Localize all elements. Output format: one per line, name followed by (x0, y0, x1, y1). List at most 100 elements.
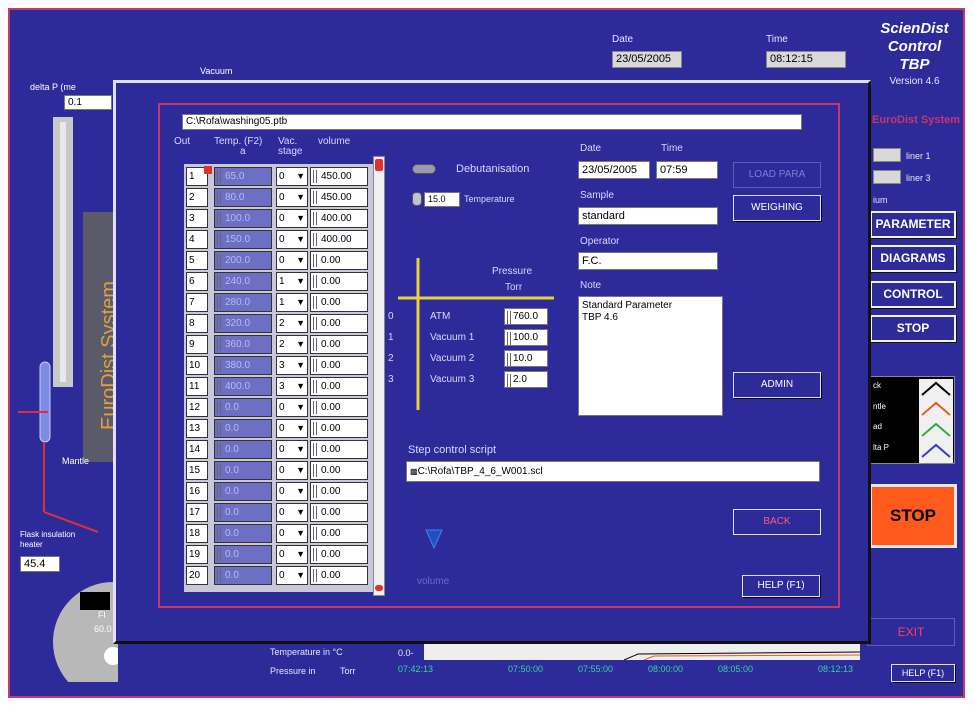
out-cell[interactable]: 14 (186, 440, 208, 459)
temp-spinner[interactable] (217, 506, 221, 519)
temp-spinner[interactable] (217, 191, 221, 204)
pressure-spinner[interactable] (507, 353, 511, 366)
out-cell[interactable]: 2 (186, 188, 208, 207)
temp-spinner[interactable] (217, 170, 221, 183)
vac-stage-dropdown[interactable]: 0 ▼ (276, 461, 308, 480)
volume-cell[interactable]: 0.00 (310, 356, 368, 375)
out-cell[interactable]: 13 (186, 419, 208, 438)
volume-cell[interactable]: 450.00 (310, 188, 368, 207)
debutanisation-toggle[interactable] (412, 164, 436, 174)
out-cell[interactable]: 7 (186, 293, 208, 312)
control-button[interactable]: CONTROL (870, 281, 956, 308)
dlg-date-field[interactable]: 23/05/2005 (578, 161, 650, 179)
volume-cell[interactable]: 0.00 (310, 377, 368, 396)
temp-spinner[interactable] (217, 317, 221, 330)
out-cell[interactable]: 18 (186, 524, 208, 543)
vac-stage-dropdown[interactable]: 0 ▼ (276, 398, 308, 417)
volume-cell[interactable]: 0.00 (310, 545, 368, 564)
sample-field[interactable]: standard (578, 207, 718, 225)
vac-stage-dropdown[interactable]: 0 ▼ (276, 545, 308, 564)
note-field[interactable]: Standard Parameter TBP 4.6 (578, 296, 723, 416)
volume-spinner[interactable] (313, 170, 317, 183)
vac-stage-dropdown[interactable]: 0 ▼ (276, 482, 308, 501)
scrollbar-thumb[interactable] (375, 159, 383, 171)
volume-cell[interactable]: 0.00 (310, 440, 368, 459)
out-cell[interactable]: 8 (186, 314, 208, 333)
volume-spinner[interactable] (313, 212, 317, 225)
vac-stage-dropdown[interactable]: 0 ▼ (276, 188, 308, 207)
temp-spinner[interactable] (217, 380, 221, 393)
vac-stage-dropdown[interactable]: 3 ▼ (276, 377, 308, 396)
temp-spinner[interactable] (217, 359, 221, 372)
parameter-button[interactable]: PARAMETER (870, 211, 956, 238)
pressure-spinner[interactable] (507, 374, 511, 387)
load-para-button[interactable]: LOAD PARA (733, 162, 821, 188)
temp-cell[interactable]: 0.0 (214, 503, 272, 522)
temp-cell[interactable]: 320.0 (214, 314, 272, 333)
out-cell[interactable]: 11 (186, 377, 208, 396)
volume-spinner[interactable] (313, 569, 317, 582)
temp-cell[interactable]: 0.0 (214, 461, 272, 480)
temp-cell[interactable]: 150.0 (214, 230, 272, 249)
out-cell[interactable]: 9 (186, 335, 208, 354)
vac-stage-dropdown[interactable]: 0 ▼ (276, 440, 308, 459)
volume-spinner[interactable] (313, 191, 317, 204)
volume-cell[interactable]: 0.00 (310, 482, 368, 501)
out-cell[interactable]: 12 (186, 398, 208, 417)
vac-stage-dropdown[interactable]: 2 ▼ (276, 335, 308, 354)
temp-cell[interactable]: 360.0 (214, 335, 272, 354)
volume-spinner[interactable] (313, 506, 317, 519)
stop-menu-button[interactable]: STOP (870, 315, 956, 342)
vac-stage-dropdown[interactable]: 0 ▼ (276, 167, 308, 186)
temp-cell[interactable]: 200.0 (214, 251, 272, 270)
out-cell[interactable]: 10 (186, 356, 208, 375)
vac-stage-dropdown[interactable]: 0 ▼ (276, 419, 308, 438)
temp-spinner[interactable] (217, 296, 221, 309)
volume-spinner[interactable] (313, 296, 317, 309)
pressure-field[interactable]: 2.0 (504, 371, 548, 388)
out-cell[interactable]: 20 (186, 566, 208, 585)
temp-spinner[interactable] (217, 422, 221, 435)
temp-cell[interactable]: 100.0 (214, 209, 272, 228)
out-cell[interactable]: 6 (186, 272, 208, 291)
temp-spinner[interactable] (217, 254, 221, 267)
step-control-field[interactable]: ▩C:\Rofa\TBP_4_6_W001.scl (406, 461, 820, 482)
temperature-spinner[interactable] (412, 192, 422, 206)
volume-cell[interactable]: 0.00 (310, 314, 368, 333)
temp-spinner[interactable] (217, 569, 221, 582)
vac-stage-dropdown[interactable]: 1 ▼ (276, 272, 308, 291)
file-path-field[interactable]: C:\Rofa\washing05.ptb (182, 114, 802, 130)
volume-spinner[interactable] (313, 359, 317, 372)
volume-cell[interactable]: 400.00 (310, 230, 368, 249)
temp-cell[interactable]: 0.0 (214, 482, 272, 501)
vac-stage-dropdown[interactable]: 2 ▼ (276, 314, 308, 333)
diagrams-button[interactable]: DIAGRAMS (870, 245, 956, 272)
temp-spinner[interactable] (217, 212, 221, 225)
volume-spinner[interactable] (313, 548, 317, 561)
vac-stage-dropdown[interactable]: 0 ▼ (276, 524, 308, 543)
exit-button[interactable]: EXIT (867, 618, 955, 646)
out-cell[interactable]: 15 (186, 461, 208, 480)
temp-spinner[interactable] (217, 338, 221, 351)
big-stop-button[interactable]: STOP (869, 484, 957, 548)
temp-spinner[interactable] (217, 485, 221, 498)
temp-cell[interactable]: 0.0 (214, 419, 272, 438)
pressure-spinner[interactable] (507, 332, 511, 345)
volume-spinner[interactable] (313, 527, 317, 540)
vac-stage-dropdown[interactable]: 3 ▼ (276, 356, 308, 375)
vac-stage-dropdown[interactable]: 0 ▼ (276, 251, 308, 270)
table-scrollbar[interactable] (373, 156, 385, 596)
out-cell[interactable]: 5 (186, 251, 208, 270)
dialog-help-button[interactable]: HELP (F1) (742, 575, 820, 597)
temp-cell[interactable]: 380.0 (214, 356, 272, 375)
temp-cell[interactable]: 0.0 (214, 566, 272, 585)
operator-field[interactable]: F.C. (578, 252, 718, 270)
temp-cell[interactable]: 0.0 (214, 398, 272, 417)
volume-spinner[interactable] (313, 380, 317, 393)
pressure-field[interactable]: 760.0 (504, 308, 548, 325)
volume-spinner[interactable] (313, 464, 317, 477)
pressure-spinner[interactable] (507, 311, 511, 324)
vac-stage-dropdown[interactable]: 0 ▼ (276, 503, 308, 522)
back-button[interactable]: BACK (733, 509, 821, 535)
volume-spinner[interactable] (313, 443, 317, 456)
